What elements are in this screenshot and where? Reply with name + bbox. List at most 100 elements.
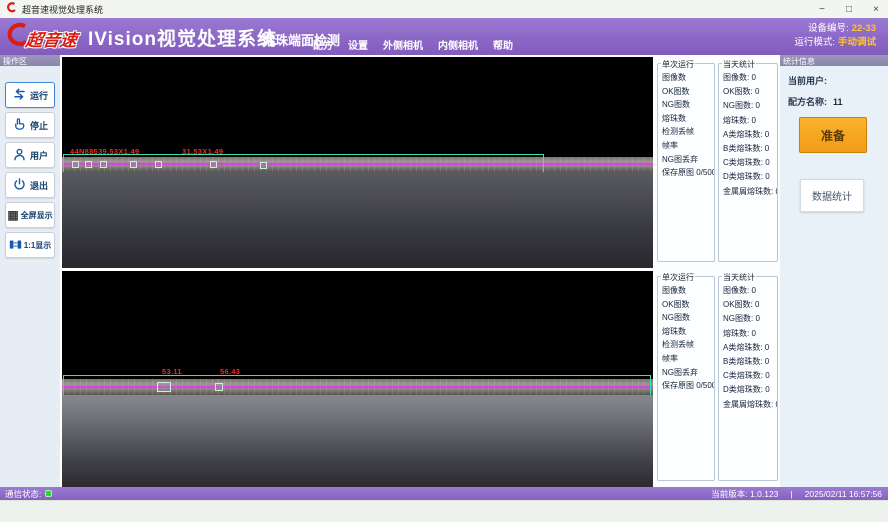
stat-row: C类熔珠数: 0 bbox=[723, 370, 777, 384]
stat-row: 金属屑熔珠数: 0 bbox=[723, 186, 777, 200]
group-title: 单次运行 bbox=[661, 272, 695, 283]
stat-row: B类熔珠数: 0 bbox=[723, 143, 777, 157]
stat-row: NG图数: 0 bbox=[723, 313, 777, 327]
menu-item[interactable]: 设置 bbox=[348, 37, 368, 52]
detection-box bbox=[157, 382, 171, 392]
run-button[interactable]: 运行 bbox=[5, 82, 55, 108]
separator: | bbox=[790, 489, 792, 499]
stat-row: NG图数: 0 bbox=[723, 100, 777, 114]
stat-row: 图像数: 0 bbox=[723, 72, 777, 86]
user-icon bbox=[12, 147, 27, 164]
stat-row: OK图数: 0 bbox=[723, 299, 777, 313]
stat-row: A类熔珠数: 0 bbox=[723, 342, 777, 356]
version-value: 1.0.123 bbox=[750, 489, 778, 499]
info-panel: 统计信息 当前用户: 配方名称:11 准备 数据统计 bbox=[780, 55, 888, 487]
stat-row: 帧率 bbox=[662, 140, 714, 154]
exit-button-label: 退出 bbox=[30, 179, 48, 192]
recipe-name-value: 11 bbox=[833, 97, 843, 107]
info-panel-title: 统计信息 bbox=[780, 55, 888, 66]
stat-row: NG图数 bbox=[662, 99, 714, 113]
detection-box bbox=[130, 161, 137, 168]
stat-row: 检测丢帧 bbox=[662, 339, 714, 353]
group-title: 当天统计 bbox=[722, 59, 756, 70]
comm-status-label: 通信状态: bbox=[5, 488, 41, 500]
close-button[interactable]: × bbox=[870, 4, 882, 15]
current-user-label: 当前用户: bbox=[788, 76, 827, 86]
recipe-line: 配方名称:11 bbox=[788, 95, 888, 108]
stat-row: C类熔珠数: 0 bbox=[723, 157, 777, 171]
menu-bar: 配方 设置 外侧相机 内侧相机 帮助 bbox=[313, 37, 513, 52]
single-run-group: 单次运行 图像数OK图数NG图数熔珠数检测丢帧帧率NG图丢弃保存原图 0/500 bbox=[657, 63, 715, 262]
measurement-annotation: 31.53X1.49 bbox=[182, 147, 223, 156]
stat-row: 保存原图 0/500 bbox=[662, 380, 714, 394]
camera-view-area: 44N88539.53X1.49 31.53X1.49 53.11 56.43 bbox=[60, 55, 655, 487]
menu-item[interactable]: 内侧相机 bbox=[438, 37, 478, 52]
stat-row: OK图数 bbox=[662, 86, 714, 100]
single-run-group: 单次运行 图像数OK图数NG图数熔珠数检测丢帧帧率NG图丢弃保存原图 0/500 bbox=[657, 276, 715, 481]
power-icon bbox=[12, 177, 27, 194]
detection-box bbox=[100, 161, 107, 168]
camera-image-top: 44N88539.53X1.49 31.53X1.49 bbox=[62, 57, 653, 268]
detection-box bbox=[260, 162, 267, 169]
stat-row: D类熔珠数: 0 bbox=[723, 171, 777, 185]
exit-button[interactable]: 退出 bbox=[5, 172, 55, 198]
stat-row: 金属屑熔珠数: 0 bbox=[723, 399, 777, 413]
stat-row: 图像数: 0 bbox=[723, 285, 777, 299]
camera-image-bottom: 53.11 56.43 bbox=[62, 271, 653, 487]
stat-row: D类熔珠数: 0 bbox=[723, 384, 777, 398]
measurement-annotation: 56.43 bbox=[220, 367, 240, 376]
menu-item[interactable]: 配方 bbox=[313, 37, 333, 52]
device-number-value: 22-33 bbox=[852, 23, 876, 34]
stats-section-bottom: 单次运行 图像数OK图数NG图数熔珠数检测丢帧帧率NG图丢弃保存原图 0/500… bbox=[655, 268, 780, 487]
device-info: 设备编号:22-33 运行模式:手动调试 bbox=[794, 22, 876, 50]
app-header: 超音速 IVision视觉处理系统 熔珠端面检测 配方 设置 外侧相机 内侧相机… bbox=[0, 18, 888, 55]
current-user-line: 当前用户: bbox=[788, 74, 888, 87]
one-to-one-button[interactable]: 1:1显示 bbox=[5, 232, 55, 258]
page-title: IVision视觉处理系统 bbox=[88, 24, 277, 51]
stat-row: OK图数: 0 bbox=[723, 86, 777, 100]
stat-row: OK图数 bbox=[662, 299, 714, 313]
version-label: 当前版本: bbox=[711, 489, 747, 499]
stat-row: B类熔珠数: 0 bbox=[723, 356, 777, 370]
operation-sidebar: 操作区 运行 停止 用户 bbox=[0, 55, 60, 487]
stat-row: A类熔珠数: 0 bbox=[723, 129, 777, 143]
stat-row: 熔珠数: 0 bbox=[723, 328, 777, 342]
stat-row: 帧率 bbox=[662, 353, 714, 367]
stop-button[interactable]: 停止 bbox=[5, 112, 55, 138]
stop-button-label: 停止 bbox=[30, 119, 48, 132]
detection-box bbox=[215, 383, 223, 391]
stat-row: 图像数 bbox=[662, 285, 714, 299]
menu-item[interactable]: 帮助 bbox=[493, 37, 513, 52]
fullscreen-button[interactable]: ▦ 全屏显示 bbox=[5, 202, 55, 228]
stat-row: NG图丢弃 bbox=[662, 154, 714, 168]
sidebar-title: 操作区 bbox=[0, 55, 60, 66]
run-icon bbox=[12, 87, 27, 104]
maximize-button[interactable]: □ bbox=[843, 4, 855, 15]
minimize-button[interactable]: − bbox=[816, 4, 828, 15]
os-titlebar: 超音速视觉处理系统 − □ × bbox=[0, 0, 888, 18]
one-to-one-icon bbox=[9, 238, 22, 253]
stat-row: NG图丢弃 bbox=[662, 367, 714, 381]
comm-status-led bbox=[45, 490, 52, 497]
stat-row: 熔珠数 bbox=[662, 326, 714, 340]
stop-hand-icon bbox=[12, 117, 27, 134]
stat-row: 图像数 bbox=[662, 72, 714, 86]
user-button[interactable]: 用户 bbox=[5, 142, 55, 168]
menu-item[interactable]: 外侧相机 bbox=[383, 37, 423, 52]
measurement-annotation: 44N88539.53X1.49 bbox=[70, 147, 139, 156]
fullscreen-button-label: 全屏显示 bbox=[21, 210, 53, 221]
prepare-button[interactable]: 准备 bbox=[799, 117, 867, 153]
stat-row: 保存原图 0/500 bbox=[662, 167, 714, 181]
stat-row: 检测丢帧 bbox=[662, 126, 714, 140]
stats-section-top: 单次运行 图像数OK图数NG图数熔珠数检测丢帧帧率NG图丢弃保存原图 0/500… bbox=[655, 55, 780, 268]
detection-box bbox=[72, 161, 79, 168]
data-statistics-button[interactable]: 数据统计 bbox=[800, 179, 864, 212]
logo-text: 超音速 bbox=[24, 26, 79, 51]
datetime: 2025/02/11 16:57:56 bbox=[805, 489, 882, 499]
window-title: 超音速视觉处理系统 bbox=[22, 3, 103, 16]
stat-row: 熔珠数 bbox=[662, 113, 714, 127]
one-to-one-button-label: 1:1显示 bbox=[24, 240, 52, 251]
app-icon bbox=[6, 0, 17, 18]
stat-row: NG图数 bbox=[662, 312, 714, 326]
detection-box bbox=[85, 161, 92, 168]
